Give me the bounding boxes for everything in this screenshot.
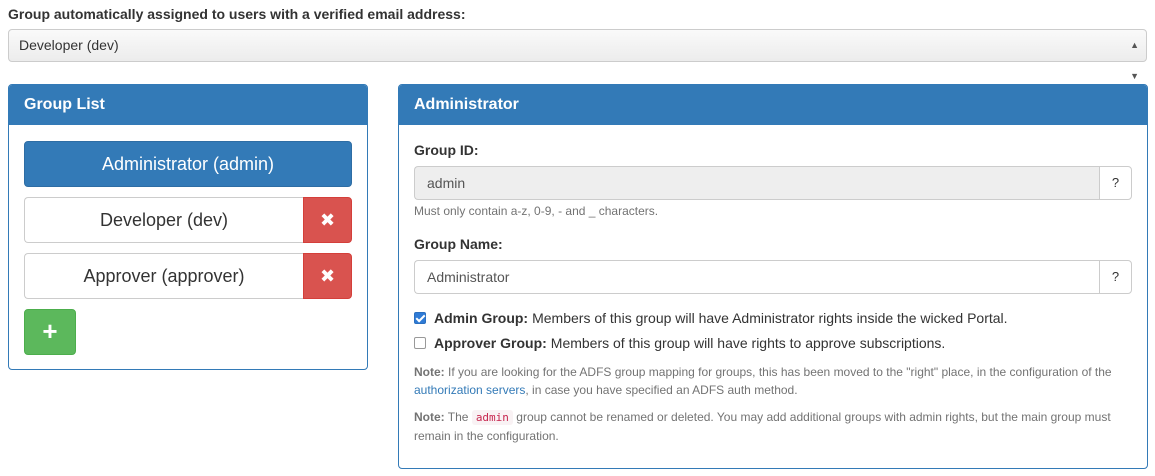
group-name-input-group: Administrator ? <box>414 260 1132 294</box>
group-name-help-button[interactable]: ? <box>1099 260 1132 294</box>
group-id-input-group: admin ? <box>414 166 1132 200</box>
plus-icon: + <box>42 316 58 346</box>
group-name-input[interactable]: Administrator <box>414 260 1099 294</box>
group-item-dev-button[interactable]: Developer (dev) <box>24 197 303 243</box>
delete-icon: ✖ <box>319 210 336 230</box>
group-id-label: Group ID: <box>414 142 479 158</box>
delete-icon: ✖ <box>319 266 336 286</box>
add-group-button[interactable]: + <box>24 309 76 355</box>
group-item-approver-button[interactable]: Approver (approver) <box>24 253 303 299</box>
group-id-help-button[interactable]: ? <box>1099 166 1132 200</box>
note-prefix: Note: <box>414 410 445 424</box>
approver-group-option: Approver Group: Members of this group wi… <box>414 335 945 351</box>
group-id-input[interactable]: admin <box>414 166 1099 200</box>
admin-note-text-before: The <box>444 410 472 424</box>
default-group-label: Group automatically assigned to users wi… <box>8 6 466 22</box>
admin-group-option: Admin Group: Members of this group will … <box>414 310 1008 326</box>
approver-group-description: Members of this group will have rights t… <box>550 335 946 351</box>
approver-group-title: Approver Group: <box>434 335 547 351</box>
question-icon: ? <box>1111 269 1120 284</box>
adfs-note-text-before: If you are looking for the ADFS group ma… <box>444 365 1112 379</box>
question-icon: ? <box>1111 175 1120 190</box>
admin-group-note: Note: The admin group cannot be renamed … <box>414 408 1134 445</box>
default-group-selected-value: Developer (dev) <box>19 37 119 53</box>
group-list-title: Group List <box>9 85 367 125</box>
group-detail-panel: Administrator Group ID: admin ? Must onl… <box>398 84 1148 469</box>
default-group-select[interactable]: Developer (dev) ▲ ▼ <box>8 29 1147 81</box>
group-list-panel: Group List Administrator (admin) Develop… <box>8 84 368 370</box>
delete-dev-button[interactable]: ✖ <box>303 197 352 243</box>
admin-note-text-after: group cannot be renamed or deleted. You … <box>414 410 1111 443</box>
select-arrows-icon: ▲ ▼ <box>1130 40 1139 81</box>
adfs-note: Note: If you are looking for the ADFS gr… <box>414 363 1134 399</box>
admin-group-description: Members of this group will have Administ… <box>532 310 1008 326</box>
authorization-servers-link[interactable]: authorization servers <box>414 383 525 397</box>
admin-group-title: Admin Group: <box>434 310 529 326</box>
approver-group-checkbox[interactable] <box>414 337 426 349</box>
group-item-dev: Developer (dev) ✖ <box>24 197 352 243</box>
adfs-note-text-after: , in case you have specified an ADFS aut… <box>525 383 798 397</box>
group-item-admin[interactable]: Administrator (admin) <box>24 141 352 187</box>
admin-code: admin <box>471 410 513 425</box>
admin-group-checkbox[interactable] <box>414 312 426 324</box>
note-prefix: Note: <box>414 365 445 379</box>
delete-approver-button[interactable]: ✖ <box>303 253 352 299</box>
group-id-help-text: Must only contain a-z, 0-9, - and _ char… <box>414 204 659 218</box>
group-name-label: Group Name: <box>414 236 503 252</box>
group-item-approver: Approver (approver) ✖ <box>24 253 352 299</box>
group-detail-title: Administrator <box>399 85 1147 125</box>
